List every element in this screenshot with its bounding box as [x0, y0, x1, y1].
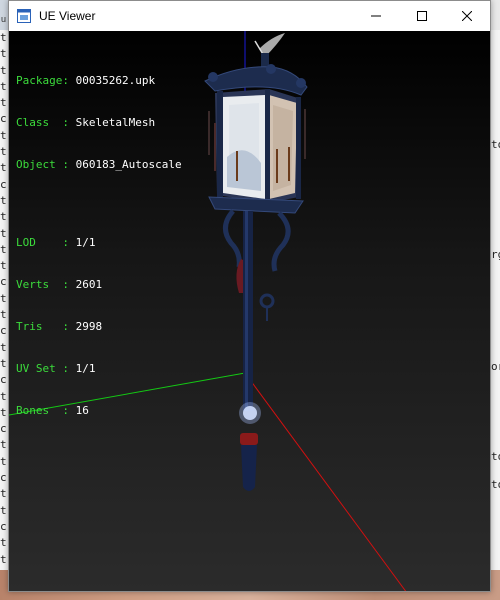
background-text-fragment: t — [0, 308, 7, 322]
ue-viewer-window[interactable]: UE Viewer Package: 00035262.upk Class: … — [8, 0, 491, 592]
background-text-fragment: t — [0, 226, 7, 240]
desktop: u tttttctttctttttcttcttcttcttcttctt to r… — [0, 0, 500, 600]
background-text-fragment: t — [0, 405, 7, 419]
background-text-fragment: c — [0, 324, 7, 338]
background-window-text-left: tttttctttctttttcttcttcttcttcttctt — [0, 30, 8, 570]
background-text-fragment: t — [0, 454, 7, 468]
background-text-fragment: t — [0, 242, 7, 256]
background-window-titlebar: u — [0, 0, 8, 30]
background-text-fragment: t — [0, 503, 7, 517]
minimize-button[interactable] — [353, 1, 399, 31]
background-text-fragment: t — [0, 96, 7, 110]
package-value: 00035262.upk — [75, 74, 156, 87]
background-text-fragment: c — [0, 177, 7, 191]
background-text-fragment: t — [0, 161, 7, 175]
background-text-fragment: t — [0, 210, 7, 224]
background-text-fragment: c — [0, 275, 7, 289]
lamp-post-model — [204, 33, 308, 491]
tris-label: Tris : — [16, 320, 69, 333]
object-label: Object : — [16, 158, 69, 171]
background-window-text-right: to rg or to to — [491, 30, 500, 570]
info-row-uvset: UV Set : 1/1 — [16, 362, 182, 376]
background-text-fragment: rg — [491, 248, 500, 261]
lod-value: 1/1 — [75, 236, 96, 249]
class-label: Class : — [16, 116, 69, 129]
background-text-fragment: to — [491, 138, 500, 151]
bones-label: Bones : — [16, 404, 69, 417]
package-label: Package: — [16, 74, 69, 87]
verts-value: 2601 — [75, 278, 103, 291]
background-text-fragment: t — [0, 63, 7, 77]
background-text-fragment: c — [0, 519, 7, 533]
lod-label: LOD : — [16, 236, 69, 249]
background-text-fragment: c — [0, 422, 7, 436]
background-text-fragment: c — [0, 373, 7, 387]
background-text-fragment: t — [0, 193, 7, 207]
background-text-fragment: t — [0, 145, 7, 159]
background-text-fragment: t — [0, 259, 7, 273]
3d-viewport[interactable]: Package: 00035262.upk Class : SkeletalMe… — [9, 31, 490, 591]
bones-value: 16 — [75, 404, 89, 417]
background-text-fragment: t — [0, 291, 7, 305]
background-text-fragment: t — [0, 47, 7, 61]
info-row-class: Class : SkeletalMesh — [16, 116, 182, 130]
info-row-package: Package: 00035262.upk — [16, 74, 182, 88]
info-row-tris: Tris : 2998 — [16, 320, 182, 334]
background-text-fragment: t — [0, 79, 7, 93]
app-icon — [17, 9, 31, 23]
verts-label: Verts : — [16, 278, 69, 291]
background-text-fragment: t — [0, 128, 7, 142]
background-text-fragment: t — [0, 536, 7, 550]
x-axis-line — [244, 372, 407, 591]
close-button[interactable] — [444, 1, 490, 31]
info-row-bones: Bones : 16 — [16, 404, 182, 418]
background-text-fragment: t — [0, 356, 7, 370]
close-icon — [462, 11, 472, 21]
tris-value: 2998 — [75, 320, 103, 333]
background-text-fragment: t — [0, 438, 7, 452]
uvset-value: 1/1 — [75, 362, 96, 375]
background-text-fragment: to — [491, 478, 500, 491]
class-value: SkeletalMesh — [75, 116, 156, 129]
object-value: 060183_Autoscale — [75, 158, 182, 171]
info-row-object: Object : 060183_Autoscale — [16, 158, 182, 172]
background-text-fragment: c — [0, 471, 7, 485]
minimize-icon — [371, 15, 381, 17]
background-text-fragment: t — [0, 31, 7, 44]
maximize-icon — [417, 11, 427, 21]
background-text-fragment: t — [0, 389, 7, 403]
window-title: UE Viewer — [39, 9, 96, 23]
background-text-fragment: t — [0, 487, 7, 501]
background-window-title-fragment: u — [1, 14, 7, 24]
info-row-verts: Verts : 2601 — [16, 278, 182, 292]
background-text-fragment: t — [0, 340, 7, 354]
background-text-fragment: t — [0, 552, 7, 566]
maximize-button[interactable] — [399, 1, 445, 31]
title-bar[interactable]: UE Viewer — [9, 1, 490, 31]
uvset-label: UV Set : — [16, 362, 69, 375]
mesh-info-overlay: Package: 00035262.upk Class : SkeletalMe… — [16, 46, 182, 446]
info-row-lod: LOD : 1/1 — [16, 236, 182, 250]
background-text-fragment: to — [491, 450, 500, 463]
background-text-fragment: c — [0, 112, 7, 126]
background-text-fragment: or — [491, 360, 500, 373]
